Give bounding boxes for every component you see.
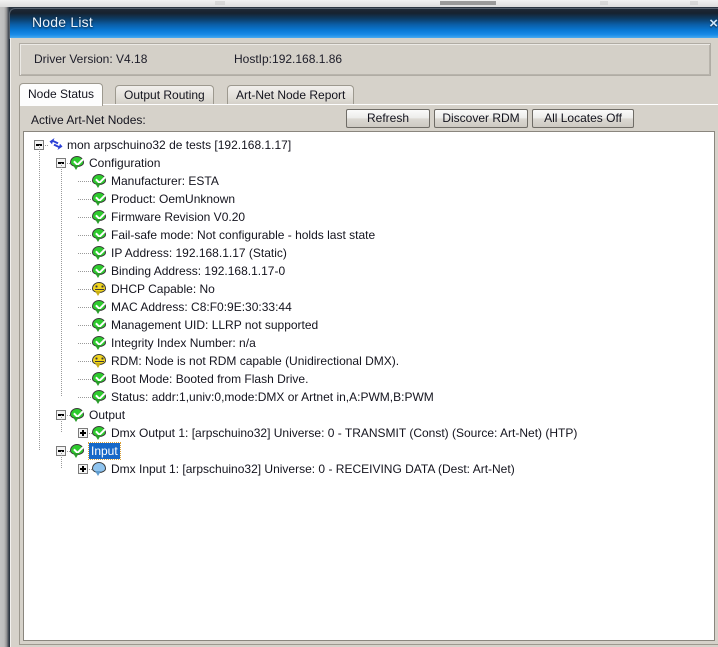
- network-arrows-icon: [48, 137, 64, 151]
- tree-connector: [78, 343, 91, 344]
- tree-row-label: Configuration: [89, 156, 161, 170]
- all-locates-off-button[interactable]: All Locates Off: [532, 109, 634, 128]
- tree-row-label: Product: OemUnknown: [111, 192, 236, 206]
- tree-connector: [78, 307, 91, 308]
- bubble-green-check-icon: [92, 389, 106, 404]
- tree-row-label: Dmx Output 1: [arpschuino32] Universe: 0…: [111, 426, 578, 440]
- bubble-green-check-icon: [92, 173, 106, 188]
- bubble-green-check-icon: [92, 317, 106, 332]
- tree-row[interactable]: IP Address: 192.168.1.17 (Static): [24, 244, 714, 262]
- tree-connector: [78, 361, 91, 362]
- tree-connector: [78, 271, 91, 272]
- tree-connector: [78, 235, 91, 236]
- bubble-green-check-icon: [92, 335, 106, 350]
- tree-row-label: Input: [88, 442, 121, 460]
- expand-icon[interactable]: [78, 428, 88, 438]
- tree-row-label: Fail-safe mode: Not configurable - holds…: [111, 228, 376, 242]
- tree-row-label: RDM: Node is not RDM capable (Unidirecti…: [111, 354, 400, 368]
- connection-info-bar: Driver Version: V4.18 HostIp:192.168.1.8…: [19, 43, 711, 76]
- bubble-yellow-face-icon: [92, 282, 106, 296]
- tree-guide-line: [39, 145, 40, 451]
- bubble-yellow-face-icon: [92, 354, 106, 368]
- tree-row-label: Firmware Revision V0.20: [111, 210, 246, 224]
- tree-row[interactable]: MAC Address: C8:F0:9E:30:33:44: [24, 298, 714, 316]
- tree-row-label: Manufacturer: ESTA: [111, 174, 219, 188]
- refresh-button[interactable]: Refresh: [346, 109, 430, 128]
- tree-connector: [78, 397, 91, 398]
- tree-row[interactable]: Boot Mode: Booted from Flash Drive.: [24, 370, 714, 388]
- tree-row[interactable]: Dmx Output 1: [arpschuino32] Universe: 0…: [24, 424, 714, 442]
- tree-row[interactable]: Integrity Index Number: n/a: [24, 334, 714, 352]
- screen: Node List × Driver Version: V4.18 HostIp…: [0, 0, 718, 647]
- node-tree-view[interactable]: mon arpschuino32 de tests [192.168.1.17]…: [23, 131, 715, 641]
- tree-row[interactable]: Management UID: LLRP not supported: [24, 316, 714, 334]
- close-icon[interactable]: ×: [709, 15, 718, 32]
- tree-row[interactable]: mon arpschuino32 de tests [192.168.1.17]: [24, 136, 714, 154]
- tree-row-label: Output: [89, 408, 126, 422]
- tree-row-label: Binding Address: 192.168.1.17-0: [111, 264, 286, 278]
- tree-row[interactable]: Firmware Revision V0.20: [24, 208, 714, 226]
- discover-rdm-button[interactable]: Discover RDM: [434, 109, 528, 128]
- active-nodes-label: Active Art-Net Nodes:: [31, 113, 146, 127]
- tree-row[interactable]: Status: addr:1,univ:0,mode:DMX or Artnet…: [24, 388, 714, 406]
- bubble-green-check-icon: [70, 407, 84, 422]
- tree-row-label: Dmx Input 1: [arpschuino32] Universe: 0 …: [111, 462, 515, 476]
- tab-artnet-node-report[interactable]: Art-Net Node Report: [227, 85, 355, 105]
- tab-strip: Node Status Output Routing Art-Net Node …: [19, 83, 718, 106]
- tree-guide-line: [61, 415, 62, 433]
- tree-connector: [78, 199, 91, 200]
- tree-connector: [78, 253, 91, 254]
- bubble-green-check-icon: [92, 245, 106, 260]
- tree-connector: [78, 289, 91, 290]
- tree-row[interactable]: Input: [24, 442, 714, 460]
- node-status-panel: Active Art-Net Nodes: Refresh Discover R…: [19, 104, 718, 645]
- tree-row[interactable]: RDM: Node is not RDM capable (Unidirecti…: [24, 352, 714, 370]
- bubble-green-check-icon: [92, 299, 106, 314]
- tree-row[interactable]: DHCP Capable: No: [24, 280, 714, 298]
- tree-row[interactable]: Output: [24, 406, 714, 424]
- bubble-green-check-icon: [70, 155, 84, 170]
- tree-row[interactable]: Dmx Input 1: [arpschuino32] Universe: 0 …: [24, 460, 714, 478]
- tree-row-label: Integrity Index Number: n/a: [111, 336, 256, 350]
- tree-row[interactable]: Binding Address: 192.168.1.17-0: [24, 262, 714, 280]
- tab-output-routing[interactable]: Output Routing: [115, 85, 214, 105]
- host-ip-label: HostIp:192.168.1.86: [234, 52, 343, 66]
- bubble-green-check-icon: [92, 371, 106, 386]
- tree-row-label: Boot Mode: Booted from Flash Drive.: [111, 372, 309, 386]
- tree-guide-line: [61, 451, 62, 469]
- expand-icon[interactable]: [78, 464, 88, 474]
- dialog-client-area: Driver Version: V4.18 HostIp:192.168.1.8…: [10, 38, 718, 647]
- tree-row[interactable]: Product: OemUnknown: [24, 190, 714, 208]
- tab-node-status[interactable]: Node Status: [19, 83, 104, 106]
- bubble-green-check-icon: [92, 209, 106, 224]
- tree-row[interactable]: Configuration: [24, 154, 714, 172]
- tree-row-label: DHCP Capable: No: [111, 282, 215, 296]
- window-title-bar[interactable]: Node List ×: [9, 8, 718, 39]
- tree-row-label: IP Address: 192.168.1.17 (Static): [111, 246, 287, 260]
- tree-row-label: Status: addr:1,univ:0,mode:DMX or Artnet…: [111, 390, 434, 404]
- tree-row[interactable]: Manufacturer: ESTA: [24, 172, 714, 190]
- window-title: Node List: [32, 14, 93, 30]
- tree-connector: [78, 325, 91, 326]
- bubble-green-check-icon: [92, 425, 106, 440]
- bubble-blue-icon: [92, 462, 106, 476]
- bubble-green-check-icon: [92, 227, 106, 242]
- node-tree-body: mon arpschuino32 de tests [192.168.1.17]…: [24, 132, 714, 478]
- tree-guide-line: [61, 163, 62, 397]
- tree-row-label: mon arpschuino32 de tests [192.168.1.17]: [67, 138, 292, 152]
- dialog-left-edge: [0, 7, 9, 647]
- tree-row[interactable]: Fail-safe mode: Not configurable - holds…: [24, 226, 714, 244]
- tree-row-label: Management UID: LLRP not supported: [111, 318, 319, 332]
- bubble-green-check-icon: [92, 191, 106, 206]
- tree-connector: [78, 379, 91, 380]
- bubble-green-check-icon: [70, 443, 84, 458]
- tree-row-label: MAC Address: C8:F0:9E:30:33:44: [111, 300, 292, 314]
- tree-connector: [78, 217, 91, 218]
- tree-connector: [78, 181, 91, 182]
- bubble-green-check-icon: [92, 263, 106, 278]
- driver-version-label: Driver Version: V4.18: [34, 52, 148, 66]
